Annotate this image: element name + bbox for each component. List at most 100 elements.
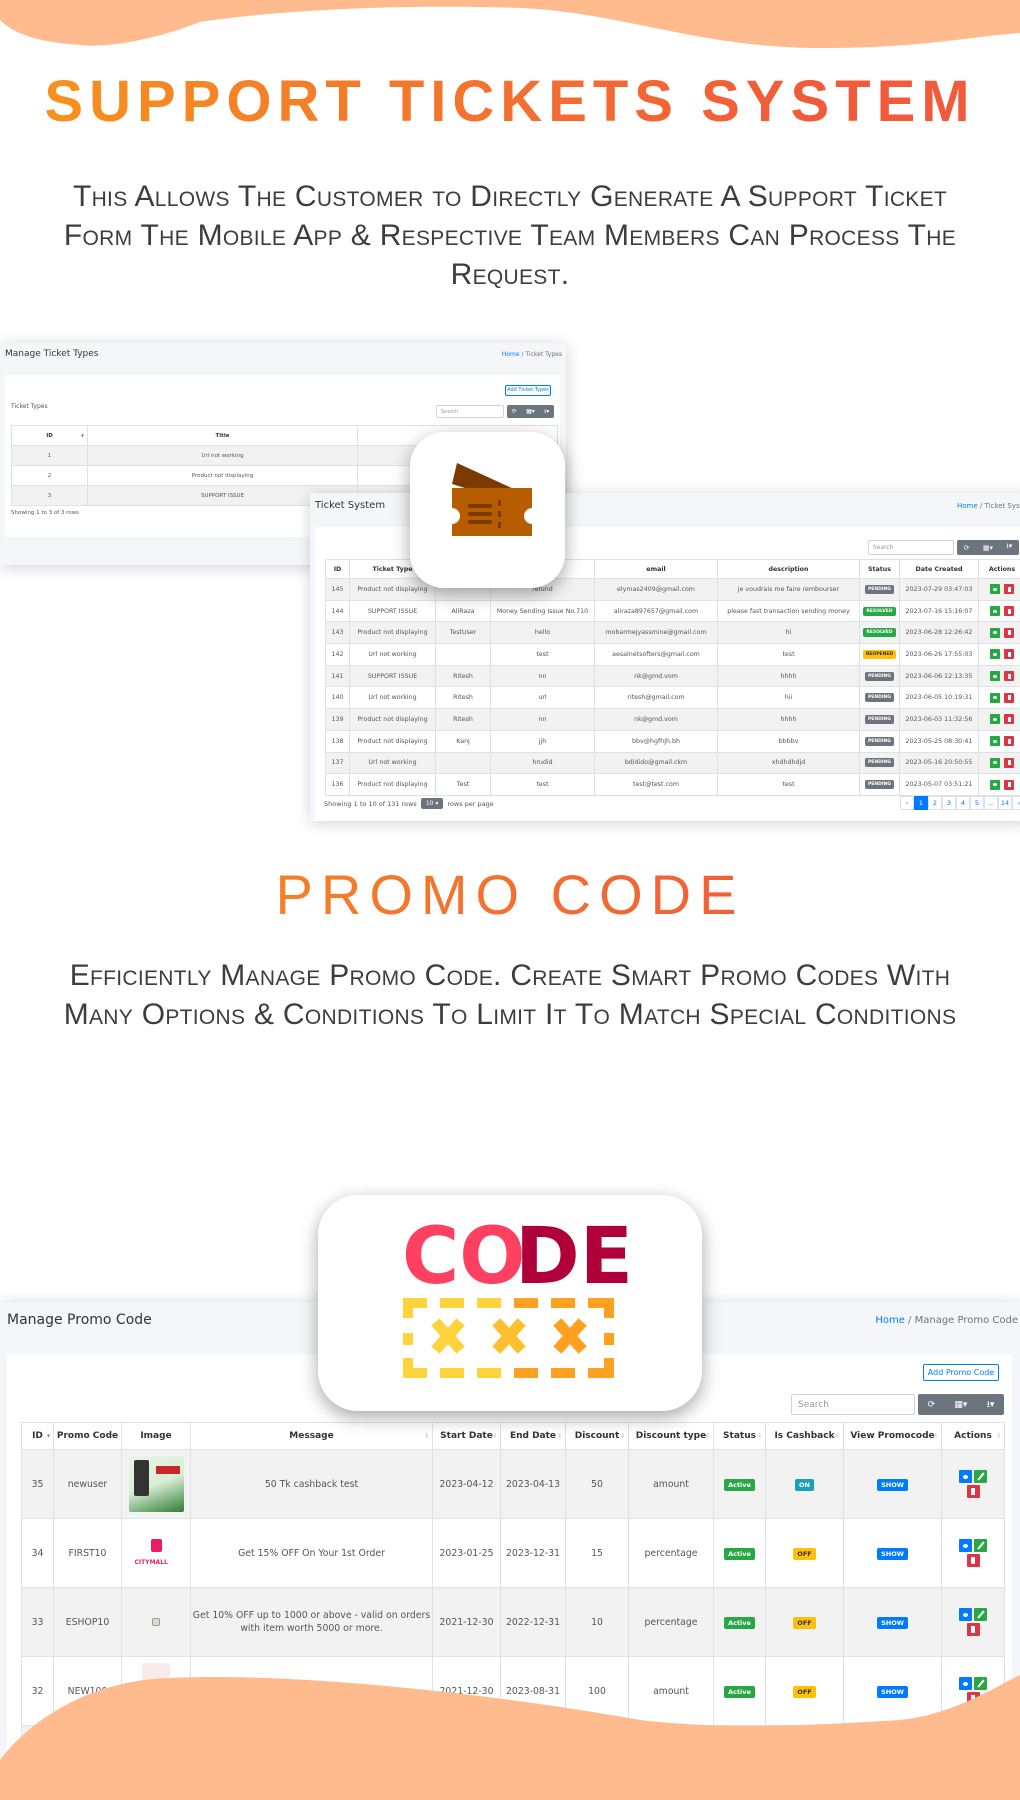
column-header-discount[interactable]: Discount ⇕ [565,1422,629,1450]
view-button[interactable] [959,1677,972,1690]
column-header-id[interactable]: ID [325,559,350,579]
page-button[interactable]: 1 [914,796,928,810]
breadcrumb-home-link[interactable]: Home [875,1315,905,1326]
delete-ticket-button[interactable] [1004,627,1014,638]
column-header-view-promocode[interactable]: View Promocode ⇕ [843,1422,942,1450]
search-input[interactable]: Search [791,1394,915,1415]
sort-icon: ⇕ [932,1432,938,1440]
show-promocode-button[interactable]: SHOW [877,1685,908,1698]
delete-ticket-button[interactable] [1004,671,1014,682]
delete-button[interactable] [966,1623,980,1636]
view-button[interactable] [959,1470,972,1483]
delete-ticket-button[interactable] [1004,757,1014,768]
page-button[interactable]: ... [984,796,998,810]
column-header-status[interactable]: Status [859,559,900,579]
delete-button[interactable] [966,1761,980,1774]
refresh-icon[interactable]: ⟳ [512,408,517,415]
show-promocode-button[interactable]: SHOW [877,1754,908,1767]
delete-button[interactable] [966,1554,980,1567]
view-ticket-button[interactable] [990,757,1000,768]
edit-button[interactable] [974,1470,987,1483]
edit-button[interactable] [974,1677,987,1690]
column-header-actions[interactable]: Actions [978,559,1020,579]
rows-per-page-value: 10 [425,800,434,807]
edit-button[interactable] [974,1746,987,1759]
cell-date-created: 2023-06-26 17:55:03 [899,643,979,666]
delete-ticket-button[interactable] [1004,714,1014,725]
status-badge: REOPENED [862,649,897,659]
cell-promo-code: FIRST10 [53,1518,122,1588]
columns-icon[interactable]: ▦▾ [954,1400,967,1410]
column-header-email[interactable]: email [594,559,718,579]
page-button[interactable]: 5 [970,796,984,810]
column-header-actions[interactable]: Actions ⇕ [941,1422,1005,1450]
delete-ticket-button[interactable] [1004,606,1014,617]
column-header-promo-code[interactable]: Promo Code [53,1422,122,1450]
refresh-icon[interactable]: ⟳ [964,544,970,552]
edit-button[interactable] [974,1539,987,1552]
page-button[interactable]: 4 [956,796,970,810]
search-input[interactable]: Search [868,540,954,555]
cell-id: 1 [11,445,88,466]
column-header-start-date[interactable]: Start Date ⇕ [432,1422,501,1450]
view-button[interactable] [959,1539,972,1552]
delete-button[interactable] [966,1485,980,1498]
cell-id: 137 [325,751,350,775]
view-ticket-button[interactable] [990,714,1000,725]
view-ticket-button[interactable] [990,736,1000,747]
breadcrumb-home-link[interactable]: Home [957,502,978,510]
cell-user: Ritesh [435,708,491,731]
page-button[interactable]: 3 [942,796,956,810]
view-button[interactable] [959,1608,972,1621]
view-ticket-button[interactable] [990,584,1000,595]
show-promocode-button[interactable]: SHOW [877,1616,908,1629]
column-header-discount-type[interactable]: Discount type ⇕ [628,1422,714,1450]
view-ticket-button[interactable] [990,779,1000,790]
delete-ticket-button[interactable] [1004,692,1014,703]
cell-discount-type: amount [628,1449,714,1519]
column-header-title[interactable]: Title [87,425,358,446]
column-header-id[interactable]: ID ▾ [11,425,88,446]
view-ticket-button[interactable] [990,649,1000,660]
column-header-message[interactable]: Message ⇕ [190,1422,433,1450]
page-next-button[interactable]: › [1012,796,1020,810]
refresh-icon[interactable]: ⟳ [928,1400,936,1410]
download-icon[interactable]: ⭳▾ [544,407,549,417]
cell-end-date: 2022-12-31 [500,1725,566,1795]
view-ticket-button[interactable] [990,627,1000,638]
show-promocode-button[interactable]: SHOW [877,1547,908,1560]
download-icon[interactable]: ⭳▾ [1006,542,1012,553]
page-prev-button[interactable]: ‹ [900,796,914,810]
delete-ticket-button[interactable] [1004,584,1014,595]
delete-button[interactable] [966,1692,980,1705]
show-promocode-button[interactable]: SHOW [877,1478,908,1491]
page-button[interactable]: 2 [928,796,942,810]
column-header-description[interactable]: description [717,559,860,579]
add-promo-code-button[interactable]: Add Promo Code [923,1364,999,1381]
page-button[interactable]: 14 [998,796,1012,810]
columns-icon[interactable]: ▦▾ [526,408,535,415]
column-header-end-date[interactable]: End Date ⇕ [500,1422,566,1450]
view-button[interactable] [959,1746,972,1759]
rows-per-page-select[interactable]: 10 ▾ [420,798,444,809]
column-header-is-cashback[interactable]: Is Cashback ⇕ [765,1422,844,1450]
column-header-image[interactable]: Image [121,1422,191,1450]
view-ticket-button[interactable] [990,606,1000,617]
delete-ticket-button[interactable] [1004,649,1014,660]
edit-button[interactable] [974,1608,987,1621]
column-header-status[interactable]: Status ⇕ [713,1422,766,1450]
column-header-date-created[interactable]: Date Created [899,559,979,579]
column-header-id[interactable]: ID ▾ [21,1422,54,1450]
cell-user: Kanj [435,729,491,753]
columns-icon[interactable]: ▦▾ [983,544,993,552]
search-input[interactable]: Search [436,405,504,418]
sort-icon: ⇕ [834,1432,840,1440]
download-icon[interactable]: ⭳▾ [987,1397,995,1413]
breadcrumb-home-link[interactable]: Home [502,351,520,358]
add-ticket-types-button[interactable]: Add Ticket Types [505,385,551,396]
delete-ticket-button[interactable] [1004,736,1014,747]
delete-ticket-button[interactable] [1004,779,1014,790]
view-ticket-button[interactable] [990,671,1000,682]
view-ticket-button[interactable] [990,692,1000,703]
cell-status: RESOLVED [859,599,900,623]
